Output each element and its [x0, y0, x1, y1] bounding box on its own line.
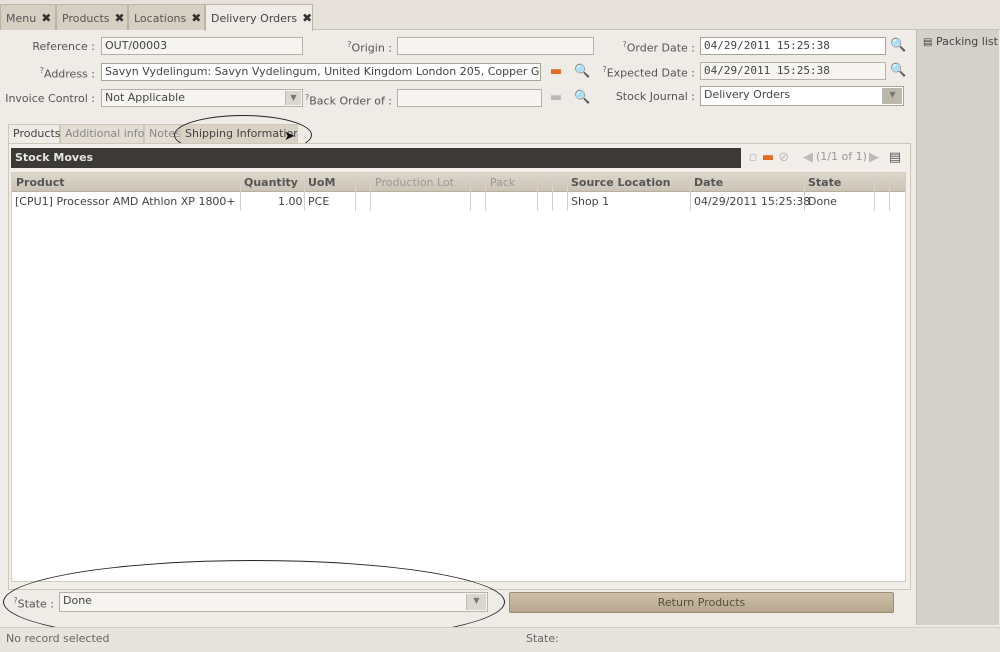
column-divider	[537, 173, 538, 211]
tab-delivery-orders-label: Delivery Orders	[211, 12, 298, 25]
chevron-down-icon[interactable]: ▼	[882, 88, 902, 104]
folder-icon: ▬	[549, 90, 563, 105]
new-record-icon[interactable]: ▫	[745, 150, 761, 166]
tab-locations[interactable]: Locations ✖	[128, 4, 205, 30]
close-icon[interactable]: ✖	[41, 11, 51, 25]
invoice-control-label: Invoice Control :	[5, 92, 95, 105]
stock-journal-label: Stock Journal :	[615, 90, 695, 103]
column-divider	[874, 173, 875, 211]
origin-label: ?Origin :	[347, 40, 392, 55]
address-field[interactable]: Savyn Vydelingum: Savyn Vydelingum, Unit…	[101, 63, 541, 81]
invoice-control-select[interactable]: Not Applicable ▼	[101, 89, 303, 107]
search-icon: 🔍	[574, 90, 591, 105]
origin-label-text: Origin :	[351, 41, 392, 55]
tab-additional-info[interactable]: Additional info	[60, 124, 144, 143]
cell-source-location: Shop 1	[571, 195, 610, 208]
tab-products-label: Products	[62, 12, 110, 25]
reference-field[interactable]: OUT/00003	[101, 37, 303, 55]
tab-products[interactable]: Products ✖	[56, 4, 128, 30]
previous-icon[interactable]: ◀	[800, 150, 816, 166]
cell-state: Done	[808, 195, 837, 208]
close-icon[interactable]: ✖	[302, 11, 312, 25]
close-icon[interactable]: ✖	[191, 11, 201, 25]
column-date[interactable]: Date	[694, 176, 723, 189]
column-production-lot[interactable]: Production Lot	[375, 176, 454, 189]
column-divider	[552, 173, 553, 211]
column-divider	[485, 173, 486, 211]
tab-menu[interactable]: Menu ✖	[0, 4, 56, 30]
column-source-location[interactable]: Source Location	[571, 176, 670, 189]
column-divider	[690, 173, 691, 211]
cell-quantity: 1.00	[278, 195, 303, 208]
cell-date: 04/29/2011 15:25:38	[694, 195, 811, 208]
tab-locations-label: Locations	[134, 12, 187, 25]
cell-uom: PCE	[308, 195, 330, 208]
order-date-field[interactable]: 04/29/2011 15:25:38	[700, 37, 886, 55]
sidebar-item-packing-list[interactable]: ▤ Packing list	[923, 35, 998, 55]
delete-icon[interactable]: ⊘	[776, 150, 792, 166]
back-order-label: ?Back Order of :	[305, 93, 393, 108]
record-status: No record selected	[6, 632, 110, 645]
status-state-label: State:	[526, 632, 559, 645]
tab-products-notebook[interactable]: Products	[8, 124, 61, 144]
tab-bar: Menu ✖ Products ✖ Locations ✖ Delivery Orde…	[0, 0, 1000, 31]
column-uom[interactable]: UoM	[308, 176, 335, 189]
back-order-field[interactable]	[397, 89, 542, 107]
back-order-label-text: Back Order of :	[309, 94, 393, 108]
column-divider	[370, 173, 371, 211]
column-state[interactable]: State	[808, 176, 841, 189]
return-products-label: Return Products	[657, 596, 746, 609]
column-product[interactable]: Product	[16, 176, 65, 189]
expected-date-label: ?Expected Date :	[602, 65, 695, 80]
print-icon: ▤	[923, 37, 933, 48]
stock-moves-table: Product Quantity UoM Production Lot Pack…	[11, 172, 906, 582]
close-icon[interactable]: ✖	[115, 11, 125, 25]
column-pack[interactable]: Pack	[490, 176, 515, 189]
chevron-down-icon[interactable]: ▼	[285, 91, 301, 105]
zoom-icon[interactable]: 🔍	[890, 38, 906, 54]
order-date-label-text: Order Date :	[626, 41, 695, 55]
invoice-control-value: Not Applicable	[105, 91, 185, 104]
zoom-icon[interactable]: 🔍	[890, 63, 906, 79]
order-date-label: ?Order Date :	[622, 40, 695, 55]
folder-icon[interactable]: ▬	[548, 64, 564, 80]
column-quantity[interactable]: Quantity	[244, 176, 298, 189]
search-icon[interactable]: 🔍	[574, 64, 590, 80]
table-header: Product Quantity UoM Production Lot Pack…	[12, 173, 905, 192]
pager-text: (1/1 of 1)	[816, 150, 867, 163]
column-divider	[304, 173, 305, 211]
column-divider	[889, 173, 890, 211]
mouse-cursor-icon: ➤	[284, 129, 295, 144]
grid-title: Stock Moves	[11, 148, 741, 168]
tab-menu-label: Menu	[6, 12, 37, 25]
expected-date-field[interactable]: 04/29/2011 15:25:38	[700, 62, 886, 80]
stock-journal-select[interactable]: Delivery Orders ▼	[700, 86, 904, 106]
return-products-button[interactable]: Return Products	[509, 592, 894, 613]
column-divider	[355, 173, 356, 211]
column-divider	[240, 173, 241, 211]
tab-delivery-orders[interactable]: Delivery Orders ✖	[205, 4, 313, 31]
origin-field[interactable]	[397, 37, 594, 55]
expected-date-label-text: Expected Date :	[606, 66, 695, 80]
column-divider	[567, 173, 568, 211]
folder-icon[interactable]: ▬	[760, 150, 776, 166]
print-icon[interactable]: ▤	[887, 150, 903, 166]
address-label: ?Address :	[39, 66, 95, 81]
stock-journal-value: Delivery Orders	[704, 88, 791, 101]
column-divider	[470, 173, 471, 211]
sidebar: ▤ Packing list	[916, 30, 999, 625]
sidebar-item-label: Packing list	[935, 35, 998, 48]
status-bar: No record selected State:	[0, 627, 1000, 652]
reference-label: Reference :	[32, 40, 95, 53]
cell-product: [CPU1] Processor AMD Athlon XP 1800+	[15, 195, 236, 208]
next-icon[interactable]: ▶	[866, 150, 882, 166]
address-label-text: Address :	[43, 67, 95, 81]
